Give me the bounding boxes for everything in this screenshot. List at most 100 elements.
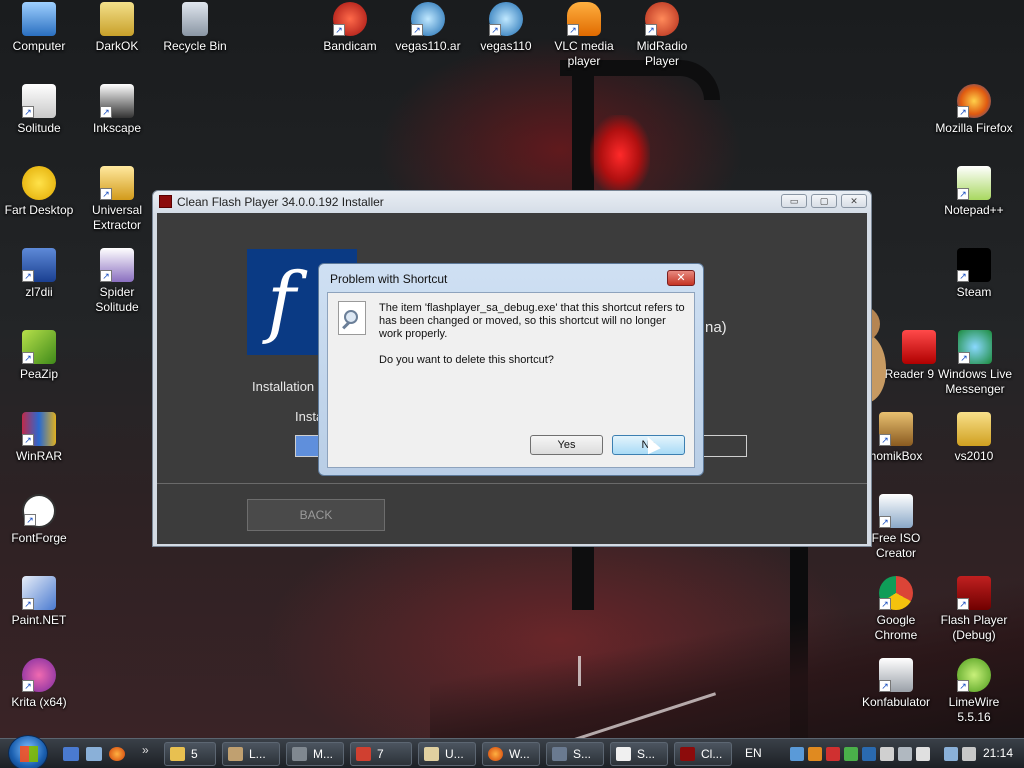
taskbar-clock[interactable]: 21:14 xyxy=(983,746,1013,760)
folder-icon xyxy=(100,2,134,36)
desktop-icon-midradio[interactable]: ↗ MidRadio Player xyxy=(623,2,701,69)
desktop-icon-label: Flash Player (Debug) xyxy=(940,613,1008,642)
wallpaper-red-light xyxy=(590,115,650,195)
hamster-icon xyxy=(228,747,243,761)
volume-icon[interactable] xyxy=(962,747,976,761)
taskbar-button-label: U... xyxy=(445,747,464,761)
flash-logo-letter: f xyxy=(267,257,296,347)
desktop-icon-peazip[interactable]: ↗ PeaZip xyxy=(0,330,78,382)
desktop-icon-recycle-bin[interactable]: Recycle Bin xyxy=(156,2,234,54)
desktop-icon-chrome[interactable]: ↗ Google Chrome xyxy=(857,576,935,643)
desktop-icon-solitude[interactable]: ↗ Solitude xyxy=(0,84,78,136)
app-tray-icon[interactable] xyxy=(898,747,912,761)
taskbar-button-folders[interactable]: 5 xyxy=(164,742,216,766)
taskbar-button-group-7[interactable]: 7 xyxy=(350,742,412,766)
desktop-icon-bandicam[interactable]: ↗ Bandicam xyxy=(311,2,389,54)
fontforge-icon: ↗ xyxy=(22,494,56,528)
desktop-icon-label: Recycle Bin xyxy=(163,39,227,53)
desktop-icon-darkok[interactable]: DarkOK xyxy=(78,2,156,54)
desktop-icon-vs2010[interactable]: vs2010 xyxy=(935,412,1013,464)
desktop-icon-universal-extractor[interactable]: ↗ Universal Extractor xyxy=(78,166,156,233)
desktop-icon-spider-solitude[interactable]: ↗ Spider Solitude xyxy=(78,248,156,315)
desktop-icon-fart-desktop[interactable]: Fart Desktop xyxy=(0,166,78,218)
flash-app-icon xyxy=(159,195,172,208)
maximize-button[interactable]: ▢ xyxy=(811,194,837,208)
konfabulator-icon: ↗ xyxy=(879,658,913,692)
antivirus-tray-icon[interactable] xyxy=(826,747,840,761)
network-tray-icon[interactable] xyxy=(790,747,804,761)
installation-label: Installation xyxy=(252,379,315,394)
taskbar-button-u[interactable]: U... xyxy=(418,742,476,766)
winrar-icon: ↗ xyxy=(22,412,56,446)
desktop-icon-paint-net[interactable]: ↗ Paint.NET xyxy=(0,576,78,628)
yes-button[interactable]: Yes xyxy=(530,435,603,455)
vegas-icon: ↗ xyxy=(489,2,523,36)
smiley-icon xyxy=(22,166,56,200)
krita-icon: ↗ xyxy=(22,658,56,692)
desktop-icon-konfabulator[interactable]: ↗ Konfabulator xyxy=(857,658,935,710)
desktop-icon-label: Spider Solitude xyxy=(95,285,139,314)
taskbar-button-label: L... xyxy=(249,747,266,761)
taskbar-button-clean-flash[interactable]: Cl... xyxy=(674,742,732,766)
app-tray-icon[interactable] xyxy=(844,747,858,761)
desktop-icon-label: Krita (x64) xyxy=(11,695,67,709)
taskbar-button-label: 7 xyxy=(377,747,384,761)
start-button[interactable] xyxy=(8,735,48,768)
desktop-icon-vlc[interactable]: ↗ VLC media player xyxy=(545,2,623,69)
taskbar-button-s1[interactable]: S... xyxy=(546,742,604,766)
taskbar: » 5 L... M... 7 U... W... S... S... Cl..… xyxy=(0,735,1024,768)
installer-title: Clean Flash Player 34.0.0.192 Installer xyxy=(177,195,384,209)
taskbar-button-label: W... xyxy=(509,747,530,761)
peazip-icon: ↗ xyxy=(22,330,56,364)
desktop-icon-zl7dii[interactable]: ↗ zl7dii xyxy=(0,248,78,300)
network-icon[interactable] xyxy=(944,747,958,761)
iso-creator-icon: ↗ xyxy=(879,494,913,528)
desktop-icon-label: Steam xyxy=(956,285,992,299)
cards-icon xyxy=(616,747,631,761)
taskbar-button-l[interactable]: L... xyxy=(222,742,280,766)
desktop-icon-steam[interactable]: ↗ Steam xyxy=(935,248,1013,300)
minimize-button[interactable]: ▭ xyxy=(781,194,807,208)
app-icon xyxy=(552,747,567,761)
quicklaunch-overflow-icon[interactable]: » xyxy=(142,743,149,757)
close-button[interactable]: ✕ xyxy=(841,194,867,208)
back-button[interactable]: BACK xyxy=(247,499,385,531)
desktop-icon-notepad-plus[interactable]: ↗ Notepad++ xyxy=(935,166,1013,218)
switch-windows-icon[interactable] xyxy=(86,747,102,761)
desktop-icon-label: Mozilla Firefox xyxy=(935,121,1013,135)
desktop-icon-label: Computer xyxy=(12,39,66,53)
desktop-icon-label: vegas110 xyxy=(480,39,532,53)
desktop-icon-vegas110-ar[interactable]: ↗ vegas110.ar xyxy=(389,2,467,54)
desktop-icon-limewire[interactable]: ↗ LimeWire 5.5.16 xyxy=(935,658,1013,725)
desktop-icon-krita[interactable]: ↗ Krita (x64) xyxy=(0,658,78,710)
firefox-quicklaunch-icon[interactable] xyxy=(109,747,125,761)
desktop-icon-firefox[interactable]: ↗ Mozilla Firefox xyxy=(935,84,1013,136)
desktop-icon-label: LimeWire 5.5.16 xyxy=(948,695,1000,724)
installer-titlebar[interactable]: Clean Flash Player 34.0.0.192 Installer … xyxy=(153,191,871,213)
desktop-icon-label: Notepad++ xyxy=(944,203,1004,217)
taskbar-button-m[interactable]: M... xyxy=(286,742,344,766)
desktop-icon-inkscape[interactable]: ↗ Inkscape xyxy=(78,84,156,136)
recycle-bin-icon xyxy=(182,2,208,36)
desktop-icon-fontforge[interactable]: ↗ FontForge xyxy=(0,494,78,546)
language-indicator[interactable]: EN xyxy=(745,746,762,760)
windows-logo-icon xyxy=(20,746,38,762)
desktop-icon-computer[interactable]: Computer xyxy=(0,2,78,54)
desktop-icon-winrar[interactable]: ↗ WinRAR xyxy=(0,412,78,464)
desktop-icon-vegas110[interactable]: ↗ vegas110 xyxy=(467,2,545,54)
taskbar-button-s2[interactable]: S... xyxy=(610,742,668,766)
desktop-icon-label: Solitude xyxy=(17,121,61,135)
adobe-reader-icon xyxy=(902,330,936,364)
desktop-icon-flash-debug[interactable]: ↗ Flash Player (Debug) xyxy=(935,576,1013,643)
show-desktop-icon[interactable] xyxy=(63,747,79,761)
taskbar-button-label: S... xyxy=(573,747,592,761)
desktop-icon-messenger[interactable]: ↗ Windows Live Messenger xyxy=(935,330,1015,397)
dialog-close-button[interactable]: ✕ xyxy=(667,270,695,286)
app-tray-icon[interactable] xyxy=(808,747,822,761)
taskbar-button-w[interactable]: W... xyxy=(482,742,540,766)
chrome-icon: ↗ xyxy=(879,576,913,610)
safely-remove-icon[interactable] xyxy=(916,747,930,761)
notepad-plus-icon: ↗ xyxy=(957,166,991,200)
app-tray-icon[interactable] xyxy=(862,747,876,761)
app-tray-icon[interactable] xyxy=(880,747,894,761)
